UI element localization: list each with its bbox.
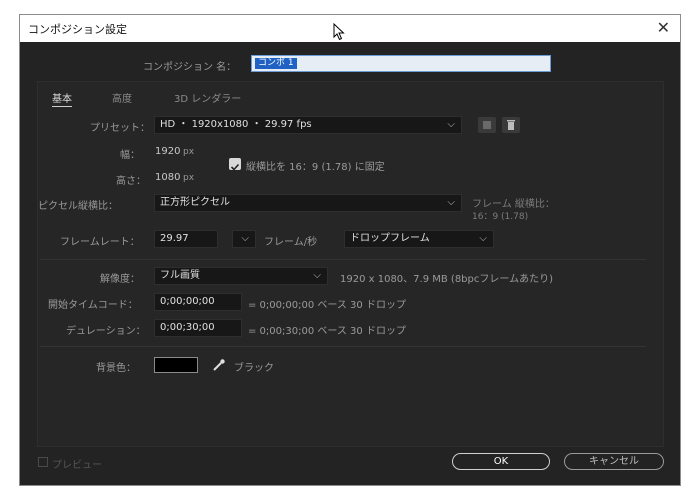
pixel-aspect-label: ピクセル縦横比： [38, 201, 118, 212]
duration-value: 0;00;30;00 [160, 322, 215, 333]
frame-rate-dropdown[interactable]: ⌵ [232, 230, 256, 248]
frame-rate-label: フレームレート： [60, 237, 140, 248]
comp-name-input[interactable]: コンポ 1 [251, 55, 551, 72]
delete-preset-button[interactable] [502, 117, 520, 133]
close-icon[interactable]: ✕ [657, 18, 670, 37]
eyedropper-button[interactable] [210, 357, 228, 373]
settings-panel [37, 81, 664, 447]
comp-name-value: コンポ 1 [255, 58, 297, 69]
start-timecode-label: 開始タイムコード： [48, 300, 138, 311]
start-timecode-info: = 0;00;00;00 ベース 30 ドロップ [248, 300, 406, 311]
divider [40, 259, 646, 260]
pixel-aspect-dropdown[interactable]: 正方形ピクセル ⌵ [154, 194, 462, 212]
chevron-down-icon: ⌵ [447, 197, 455, 208]
composition-settings-dialog: コンポジション設定 ✕ コンポジション 名： コンポ 1 基本 高度 3D レン… [19, 14, 681, 486]
resolution-label: 解像度： [100, 274, 140, 285]
pixel-aspect-value: 正方形ピクセル [160, 197, 230, 208]
preset-label: プリセット： [90, 123, 150, 134]
save-preset-icon [483, 121, 491, 129]
eyedropper-icon [213, 359, 225, 371]
duration-label: デュレーション： [66, 326, 146, 337]
chevron-down-icon: ⌵ [241, 233, 249, 244]
width-label: 幅： [120, 150, 140, 161]
chevron-down-icon: ⌵ [313, 270, 321, 281]
height-label: 高さ： [116, 176, 146, 187]
checkmark-icon [230, 163, 240, 171]
width-unit: px [183, 147, 195, 157]
comp-name-label: コンポジション 名： [143, 62, 237, 73]
frame-aspect-value: 16：9 (1.78) [472, 212, 529, 222]
save-preset-button[interactable] [478, 117, 496, 133]
frame-rate-value: 29.97 [160, 233, 189, 244]
background-color-name: ブラック [234, 363, 274, 374]
ok-button[interactable]: OK [452, 453, 550, 470]
frame-aspect-label: フレーム 縦横比： [472, 199, 555, 210]
lock-aspect-label: 縦横比を 16：9 (1.78) に固定 [246, 162, 385, 173]
start-timecode-value: 0;00;00;00 [160, 296, 215, 307]
chevron-down-icon: ⌵ [447, 119, 455, 130]
preset-dropdown[interactable]: HD ・ 1920x1080 ・ 29.97 fps ⌵ [154, 116, 462, 134]
height-value[interactable]: 1080 [155, 172, 180, 183]
background-color-label: 背景色： [96, 363, 136, 374]
cancel-button[interactable]: キャンセル [564, 453, 664, 470]
frame-rate-unit: フレーム/秒 [264, 237, 318, 248]
tab-3d-renderer[interactable]: 3D レンダラー [174, 90, 241, 105]
drop-frame-dropdown[interactable]: ドロップフレーム ⌵ [344, 230, 494, 248]
resolution-value: フル画質 [160, 270, 200, 281]
mouse-cursor-icon [333, 23, 345, 41]
background-color-swatch[interactable] [154, 357, 198, 373]
lock-aspect-checkbox[interactable] [229, 158, 241, 171]
resolution-dropdown[interactable]: フル画質 ⌵ [154, 267, 328, 285]
preview-checkbox[interactable] [38, 457, 48, 467]
height-unit: px [183, 173, 195, 183]
preview-label: プレビュー [52, 460, 102, 471]
divider [40, 346, 646, 347]
title-bar: コンポジション設定 ✕ [20, 15, 680, 42]
width-value[interactable]: 1920 [155, 146, 180, 157]
tab-basic[interactable]: 基本 [52, 90, 72, 107]
frame-rate-input[interactable]: 29.97 [154, 230, 218, 248]
chevron-down-icon: ⌵ [479, 233, 487, 244]
drop-frame-value: ドロップフレーム [350, 233, 430, 244]
start-timecode-input[interactable]: 0;00;00;00 [154, 293, 242, 311]
tab-advanced[interactable]: 高度 [112, 90, 132, 105]
duration-input[interactable]: 0;00;30;00 [154, 319, 242, 337]
preset-value: HD ・ 1920x1080 ・ 29.97 fps [160, 119, 312, 130]
duration-info: = 0;00;30;00 ベース 30 ドロップ [248, 326, 406, 337]
dialog-title: コンポジション設定 [28, 23, 127, 36]
trash-icon [507, 120, 515, 130]
resolution-info: 1920 x 1080、7.9 MB (8bpcフレームあたり) [340, 274, 553, 285]
